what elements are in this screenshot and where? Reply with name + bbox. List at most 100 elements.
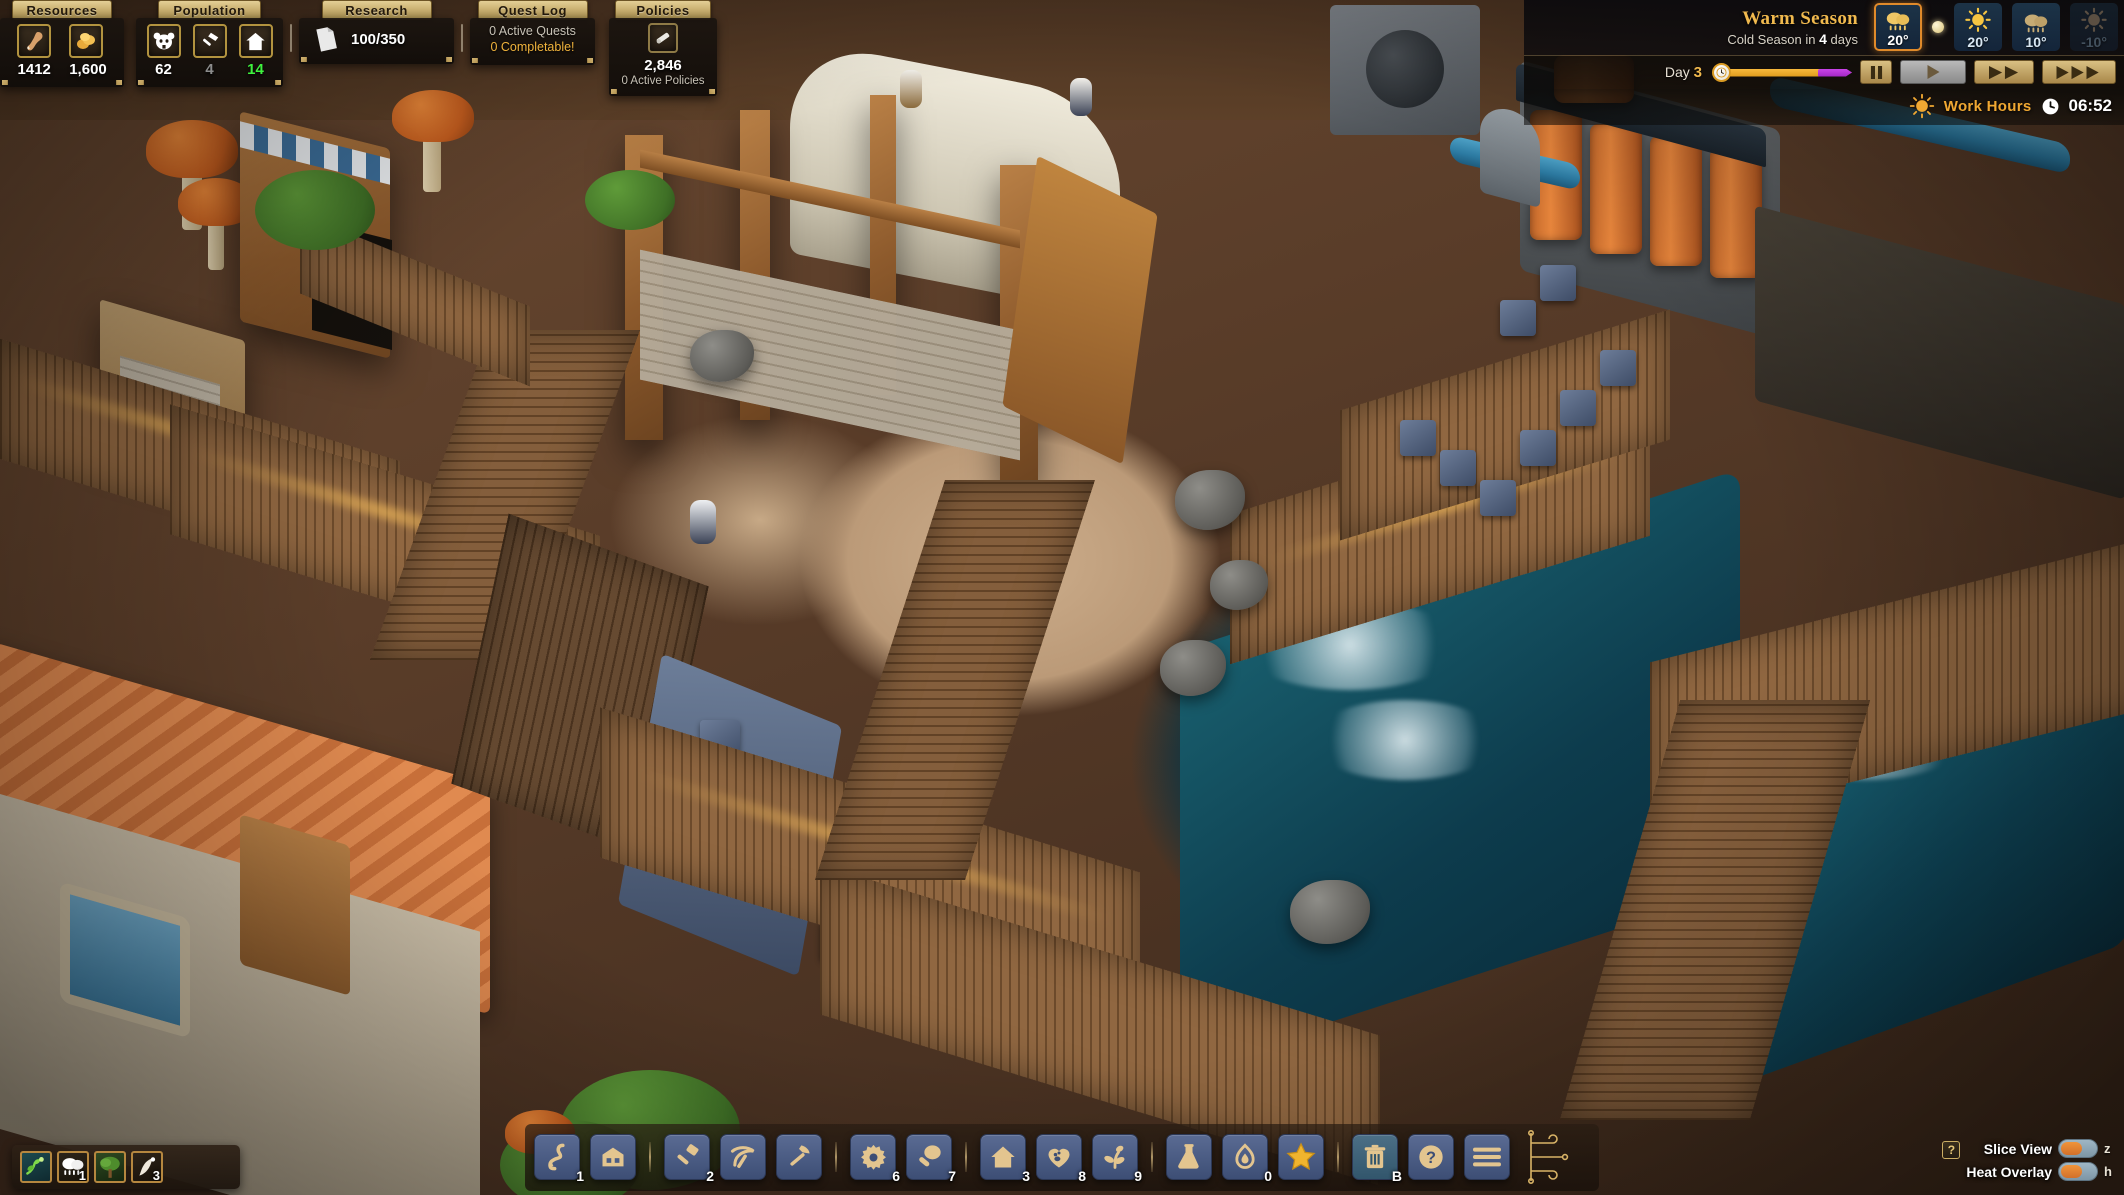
hud-divider — [290, 24, 292, 52]
forecast-tile-next-1[interactable]: 20° — [1954, 3, 2002, 51]
corner-ornament — [611, 83, 624, 94]
toolbar-ornament — [1523, 1129, 1595, 1185]
housing-button[interactable]: 3 — [980, 1134, 1030, 1184]
fast-forward-button[interactable] — [1974, 60, 2034, 84]
research-panel[interactable]: Research 100/350 — [299, 0, 454, 64]
slice-view-hotkey: z — [2104, 1141, 2111, 1156]
paths-hotkey: 1 — [576, 1168, 584, 1184]
forecast-tile-today[interactable]: 20° — [1874, 3, 1922, 51]
corner-ornament — [2, 74, 15, 85]
creature-icon[interactable]: 3 — [131, 1151, 163, 1183]
food-button[interactable]: 7 — [906, 1134, 956, 1184]
sun-icon — [1909, 93, 1935, 119]
scroll-icon — [648, 23, 678, 53]
clock-icon — [2041, 97, 2060, 116]
fire-button[interactable]: 0 — [1222, 1134, 1272, 1184]
hamburger-icon — [1473, 1146, 1501, 1168]
help-button[interactable]: ? — [1408, 1134, 1454, 1180]
population-panel[interactable]: Population 62 4 14 — [136, 0, 283, 87]
rainfall-icon[interactable]: 1 — [57, 1151, 89, 1183]
decoration-button[interactable] — [1278, 1134, 1324, 1180]
corner-ornament — [580, 52, 593, 63]
environment-status-bar: 1 3 — [12, 1145, 240, 1189]
resource-item-coins[interactable]: 1,600 — [69, 24, 107, 78]
population-item-housing[interactable]: 14 — [238, 24, 273, 78]
pickaxe-icon — [729, 1143, 757, 1171]
season-countdown-pre: Cold Season in — [1727, 31, 1816, 47]
toolbar-separator — [1146, 1137, 1158, 1177]
power-hotkey: 6 — [892, 1168, 900, 1184]
season-countdown: Cold Season in 4 days — [1727, 31, 1858, 47]
heat-overlay-toggle[interactable] — [2058, 1162, 2098, 1181]
ultra-speed-button[interactable] — [2042, 60, 2116, 84]
tree-icon[interactable] — [94, 1151, 126, 1183]
sprout-icon — [1101, 1143, 1129, 1171]
population-title: Population — [158, 0, 261, 20]
question-icon[interactable]: ? — [1942, 1141, 1961, 1159]
season-forecast-row: Warm Season Cold Season in 4 days 20° 20… — [1524, 0, 2124, 55]
resources-title: Resources — [11, 0, 113, 20]
policies-body: 2,846 0 Active Policies — [609, 18, 717, 96]
population-item-citizens[interactable]: 62 — [146, 24, 181, 78]
pause-button[interactable] — [1860, 60, 1892, 84]
workers-value: 4 — [205, 61, 214, 78]
forecast-tile-next-2[interactable]: 10° — [2012, 3, 2060, 51]
resources-body: 1412 1,600 — [0, 18, 124, 87]
season-countdown-days: 4 — [1819, 30, 1827, 47]
population-body: 62 4 14 — [136, 18, 283, 87]
toolbar-separator — [830, 1137, 842, 1177]
corner-ornament — [138, 74, 151, 85]
heat-overlay-hotkey: h — [2104, 1164, 2112, 1179]
power-button[interactable]: 6 — [850, 1134, 900, 1184]
warehouse-icon — [599, 1143, 627, 1171]
wellbeing-button[interactable]: 8 — [1036, 1134, 1086, 1184]
day-progress-bar[interactable] — [1710, 62, 1852, 82]
storage-button[interactable] — [590, 1134, 636, 1180]
population-item-workers[interactable]: 4 — [192, 24, 227, 78]
delete-button[interactable]: B — [1352, 1134, 1402, 1184]
axe-icon — [785, 1143, 813, 1171]
slice-view-toggle[interactable] — [2058, 1139, 2098, 1158]
hammer-icon — [192, 24, 227, 58]
forecast-tile-next-3[interactable]: -10° — [2070, 3, 2118, 51]
wellbeing-hotkey: 8 — [1078, 1168, 1086, 1184]
housing-hotkey: 3 — [1022, 1168, 1030, 1184]
play-icon — [1925, 64, 1942, 80]
science-paper-icon — [311, 24, 341, 54]
play-button[interactable] — [1900, 60, 1966, 84]
menu-button[interactable] — [1464, 1134, 1510, 1180]
food-hotkey: 7 — [948, 1168, 956, 1184]
ff-icon — [1987, 65, 2021, 80]
heart-paw-icon — [1045, 1143, 1073, 1171]
flask-icon — [1175, 1143, 1203, 1171]
active-quests-text: 0 Active Quests — [489, 24, 576, 38]
coins-value: 1,600 — [69, 61, 107, 78]
drumstick-icon — [915, 1143, 943, 1171]
wood-industry-button[interactable]: 2 — [664, 1134, 714, 1184]
time-controls-row: Day 3 — [1524, 55, 2124, 89]
corner-ornament — [472, 52, 485, 63]
resources-panel[interactable]: Resources 1412 1,600 — [0, 0, 124, 87]
research-value: 100/350 — [351, 30, 406, 48]
slice-view-row[interactable]: Slice View z — [1966, 1139, 2114, 1158]
quest-log-panel[interactable]: Quest Log 0 Active Quests 0 Completable! — [470, 0, 595, 65]
forecast-temp: 10° — [2025, 34, 2047, 50]
fire-hotkey: 0 — [1264, 1168, 1272, 1184]
corner-ornament — [439, 51, 452, 62]
mining-button[interactable] — [720, 1134, 766, 1180]
forestry-button[interactable] — [776, 1134, 822, 1180]
pause-icon — [1870, 65, 1883, 80]
policies-panel[interactable]: Policies 2,846 0 Active Policies — [609, 0, 717, 96]
science-button[interactable] — [1166, 1134, 1212, 1180]
resource-item-food[interactable]: 1412 — [17, 24, 52, 78]
badwater-icon[interactable] — [20, 1151, 52, 1183]
game-viewport[interactable] — [0, 0, 2124, 1195]
beaver-head-icon — [146, 24, 181, 58]
paths-button[interactable]: 1 — [534, 1134, 584, 1184]
svg-text:?: ? — [1426, 1149, 1436, 1167]
research-title: Research — [321, 0, 432, 20]
top-left-hud: Resources 1412 1,600 Population 62 4 14 … — [0, 0, 717, 96]
farming-button[interactable]: 9 — [1092, 1134, 1142, 1184]
research-body: 100/350 — [299, 18, 454, 64]
heat-overlay-row[interactable]: Heat Overlay h — [1966, 1162, 2114, 1181]
